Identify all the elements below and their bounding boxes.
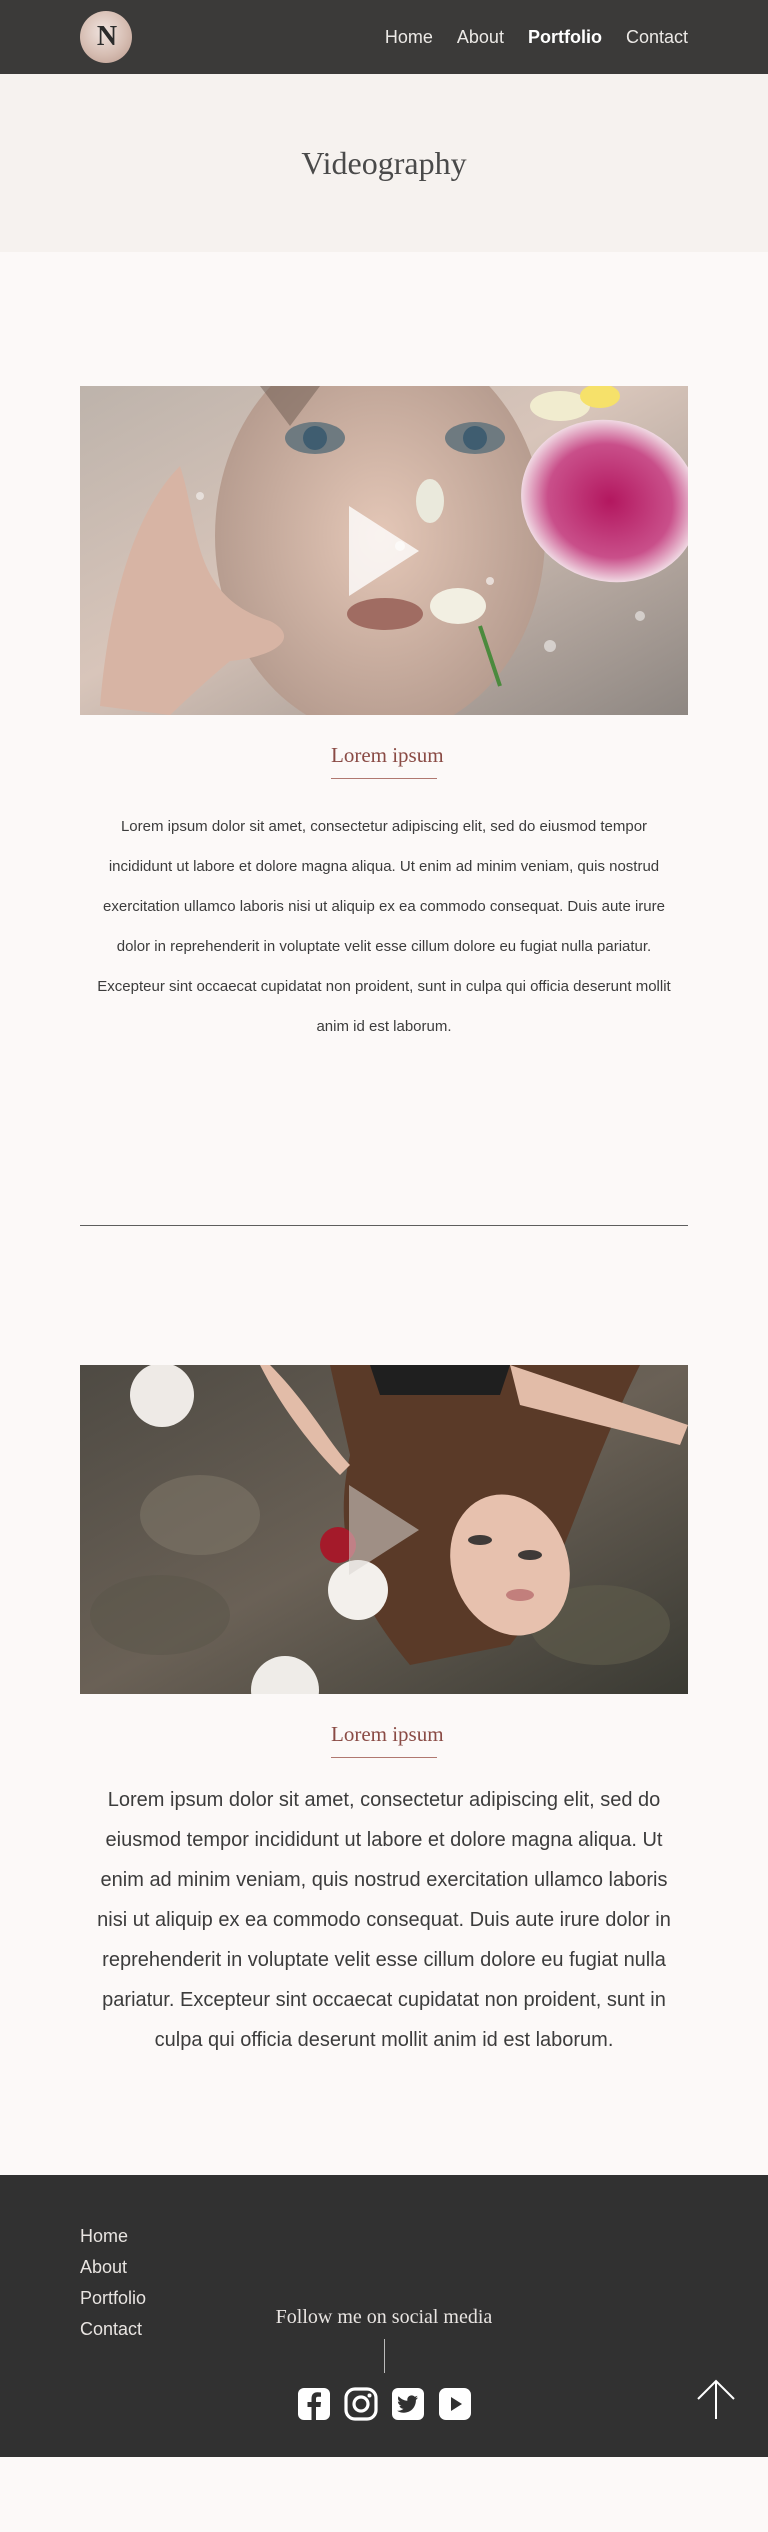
- video-description-1: Lorem ipsum dolor sit amet, consectetur …: [97, 818, 671, 1035]
- nav-link-portfolio[interactable]: Portfolio: [528, 27, 602, 48]
- instagram-icon[interactable]: [343, 2386, 379, 2422]
- page-title: Videography: [301, 144, 467, 181]
- youtube-icon[interactable]: [437, 2386, 473, 2422]
- video-thumbnail-1[interactable]: [80, 386, 688, 715]
- nav-link-home[interactable]: Home: [385, 27, 433, 48]
- video-item-1: Lorem ipsum Lorem ipsum dolor sit amet, …: [0, 386, 768, 1047]
- nav-link-contact[interactable]: Contact: [626, 27, 688, 48]
- video-thumbnail-2[interactable]: [80, 1365, 688, 1694]
- site-footer: Home About Portfolio Contact Follow me o…: [0, 2175, 768, 2457]
- play-icon[interactable]: [349, 1484, 419, 1575]
- video-item-2: Lorem ipsum Lorem ipsum dolor sit amet, …: [0, 1365, 768, 2060]
- facebook-icon[interactable]: [296, 2386, 332, 2422]
- follow-text: Follow me on social media: [275, 2306, 493, 2328]
- play-icon[interactable]: [349, 505, 419, 596]
- video-title-2: Lorem ipsum: [331, 1722, 444, 1758]
- arrow-up-icon[interactable]: [694, 2377, 738, 2421]
- video-caption-1: Lorem ipsum: [80, 743, 688, 779]
- nav-links: Home About Portfolio Contact: [385, 27, 688, 48]
- video-title-1: Lorem ipsum: [331, 743, 444, 779]
- nav-link-about[interactable]: About: [457, 27, 504, 48]
- logo-letter: N: [96, 21, 117, 52]
- follow-divider: [384, 2339, 385, 2373]
- footer-link-home[interactable]: Home: [80, 2225, 146, 2247]
- video-description-2: Lorem ipsum dolor sit amet, consectetur …: [97, 1789, 671, 2051]
- logo[interactable]: N: [80, 11, 132, 63]
- video-caption-2: Lorem ipsum: [80, 1722, 688, 1758]
- social-links: [0, 2386, 768, 2422]
- twitter-icon[interactable]: [390, 2386, 426, 2422]
- page-hero: Videography: [0, 74, 768, 252]
- top-nav: N Home About Portfolio Contact: [0, 0, 768, 74]
- footer-link-about[interactable]: About: [80, 2256, 146, 2278]
